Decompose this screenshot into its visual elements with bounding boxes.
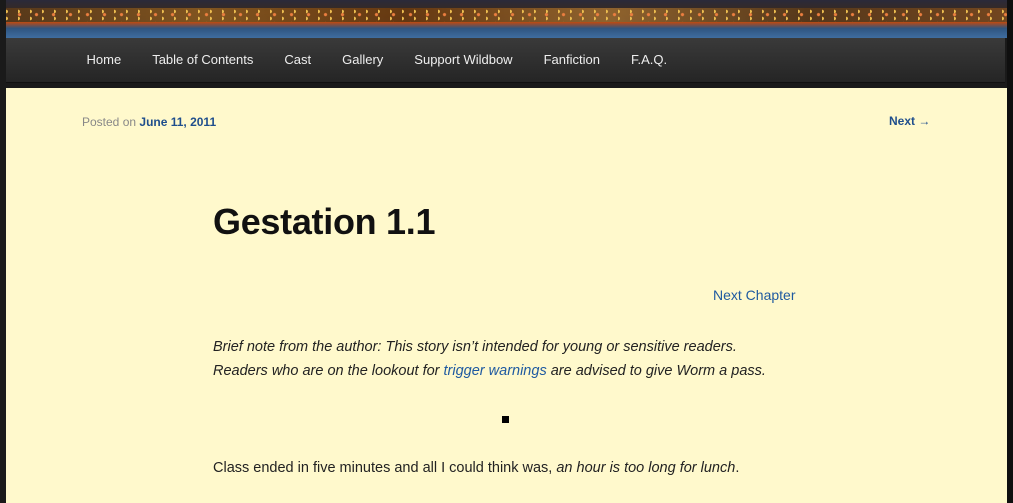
posted-prefix: Posted on [82,115,137,129]
main-navigation: Home Table of Contents Cast Gallery Supp… [6,38,1005,83]
note-line-1: Brief note from the author: This story i… [213,339,737,355]
next-chapter-link[interactable]: Next Chapter [713,287,795,303]
story-paragraph: Class ended in five minutes and all I co… [213,456,739,480]
paragraph-end: . [735,460,740,476]
trigger-warnings-link[interactable]: trigger warnings [444,363,547,379]
nav-home[interactable]: Home [71,38,137,82]
right-border [1007,0,1013,503]
paragraph-italic-text: an hour is too long for lunch [556,460,736,476]
section-separator [502,416,509,423]
note-line-2-end: are advised to give Worm a pass. [546,363,766,379]
nav-support-wildbow[interactable]: Support Wildbow [399,38,528,82]
nav-table-of-contents[interactable]: Table of Contents [137,38,269,82]
paragraph-text: Class ended in five minutes and all I co… [213,460,557,476]
post-content: Posted on June 11, 2011 Next → Gestation… [6,88,1007,503]
nav-fanfiction[interactable]: Fanfiction [528,38,615,82]
next-post-link[interactable]: Next → [889,114,930,128]
nav-cast[interactable]: Cast [269,38,327,82]
nav-faq[interactable]: F.A.Q. [615,38,682,82]
header-banner-image [6,0,1007,38]
water-reflection [6,22,1007,38]
post-title: Gestation 1.1 [213,201,436,242]
author-note: Brief note from the author: This story i… [213,335,833,383]
note-line-2-start: Readers who are on the lookout for [213,363,444,379]
post-date-link[interactable]: June 11, 2011 [139,115,216,129]
city-lights [6,8,1007,22]
post-meta: Posted on June 11, 2011 [82,115,216,129]
nav-gallery[interactable]: Gallery [327,38,399,82]
